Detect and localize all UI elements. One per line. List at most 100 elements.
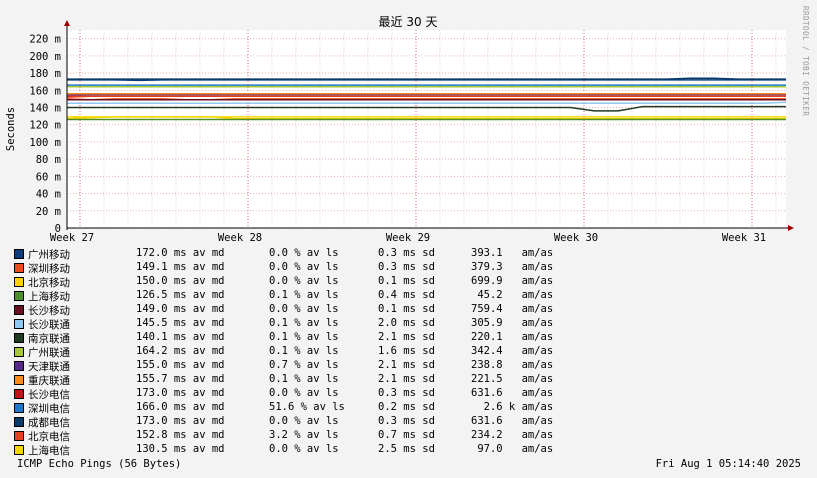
legend-sd: 2.5 ms sd (378, 443, 435, 455)
legend-series-name: 广州联通 (28, 347, 70, 359)
legend-loss: 0.1 % av ls (269, 331, 339, 343)
y-tick-label: 40 m (36, 189, 61, 201)
legend-swatch (14, 249, 24, 259)
legend-series-name: 重庆联通 (28, 375, 70, 387)
legend-sd: 0.1 ms sd (378, 303, 435, 315)
legend-avg: 173.0 ms av md (136, 415, 225, 427)
legend-series-name: 长沙电信 (28, 389, 70, 401)
legend-avg: 140.1 ms av md (136, 331, 225, 343)
legend-avg: 145.5 ms av md (136, 317, 225, 329)
smokeping-graph: 0 20 m 40 m 60 m 80 m 100 m 120 m 140 m 160 m 180… (0, 0, 817, 478)
legend-loss: 0.7 % av ls (269, 359, 339, 371)
legend-avg: 130.5 ms av md (136, 443, 225, 455)
legend-amas: 45.2 am/as (471, 289, 554, 301)
legend-sd: 0.7 ms sd (378, 429, 435, 441)
legend-series-name: 南京联通 (28, 333, 70, 345)
y-tick-label: 100 m (29, 137, 61, 149)
legend-series-name: 长沙移动 (28, 305, 70, 317)
series-line (66, 95, 786, 98)
legend-loss: 0.1 % av ls (269, 317, 339, 329)
legend-amas: 221.5 am/as (471, 373, 554, 385)
legend-swatch (14, 319, 24, 329)
legend-amas: 305.9 am/as (471, 317, 554, 329)
legend-swatch (14, 389, 24, 399)
legend-swatch (14, 305, 24, 315)
y-tick-label: 180 m (29, 68, 61, 80)
legend-swatch (14, 403, 24, 413)
legend-amas: 97.0 am/as (471, 443, 554, 455)
legend-swatch (14, 277, 24, 287)
x-axis-arrow (788, 225, 794, 231)
legend-amas: 759.4 am/as (471, 303, 554, 315)
legend-avg: 164.2 ms av md (136, 345, 225, 357)
y-axis-label: Seconds (5, 107, 17, 151)
y-tick-label: 60 m (36, 171, 61, 183)
legend-series-name: 深圳电信 (28, 403, 70, 415)
legend-avg: 150.0 ms av md (136, 275, 225, 287)
x-tick-label: Week 28 (218, 232, 262, 244)
legend-avg: 149.0 ms av md (136, 303, 225, 315)
legend-sd: 1.6 ms sd (378, 345, 435, 357)
legend-avg: 155.7 ms av md (136, 373, 225, 385)
footer-probe-label: ICMP Echo Pings (56 Bytes) (17, 458, 182, 470)
legend-loss: 0.0 % av ls (269, 275, 339, 287)
legend-amas: 238.8 am/as (471, 359, 554, 371)
legend-sd: 2.0 ms sd (378, 317, 435, 329)
legend-amas: 393.1 am/as (471, 247, 554, 259)
legend-swatch (14, 445, 24, 455)
legend-avg: 149.1 ms av md (136, 261, 225, 273)
legend-loss: 0.0 % av ls (269, 247, 339, 259)
legend-avg: 155.0 ms av md (136, 359, 225, 371)
legend-series-name: 北京电信 (28, 431, 70, 443)
legend-amas: 631.6 am/as (471, 387, 554, 399)
y-tick-label: 20 m (36, 206, 61, 218)
legend-avg: 166.0 ms av md (136, 401, 225, 413)
legend-amas: 631.6 am/as (471, 415, 554, 427)
legend-sd: 0.4 ms sd (378, 289, 435, 301)
y-tick-label: 120 m (29, 120, 61, 132)
legend-loss: 0.1 % av ls (269, 289, 339, 301)
legend-loss: 51.6 % av ls (269, 401, 345, 413)
legend-loss: 0.0 % av ls (269, 443, 339, 455)
legend-series-name: 成都电信 (28, 417, 70, 429)
legend-amas: 379.3 am/as (471, 261, 554, 273)
legend-swatch (14, 375, 24, 385)
legend-sd: 0.3 ms sd (378, 261, 435, 273)
series-line (67, 79, 786, 82)
legend-sd: 2.1 ms sd (378, 331, 435, 343)
y-tick-label: 140 m (29, 102, 61, 114)
x-tick-label: Week 29 (386, 232, 430, 244)
legend-loss: 0.0 % av ls (269, 303, 339, 315)
legend-loss: 0.1 % av ls (269, 345, 339, 357)
legend-loss: 3.2 % av ls (269, 429, 339, 441)
x-tick-label: Week 31 (722, 232, 766, 244)
x-tick-label: Week 27 (50, 232, 94, 244)
rrdtool-credit: RRDTOOL / TOBI OETIKER (801, 6, 810, 117)
legend-avg: 126.5 ms av md (136, 289, 225, 301)
legend-sd: 0.3 ms sd (378, 387, 435, 399)
y-tick-label: 160 m (29, 85, 61, 97)
legend-sd: 2.1 ms sd (378, 373, 435, 385)
legend-amas: 220.1 am/as (471, 331, 554, 343)
legend-swatch (14, 263, 24, 273)
legend-amas: 234.2 am/as (471, 429, 554, 441)
y-tick-label: 80 m (36, 154, 61, 166)
legend-series-name: 天津联通 (28, 361, 70, 373)
legend-swatch (14, 417, 24, 427)
legend-loss: 0.0 % av ls (269, 261, 339, 273)
legend-avg: 172.0 ms av md (136, 247, 225, 259)
legend-swatch (14, 291, 24, 301)
legend-sd: 2.1 ms sd (378, 359, 435, 371)
legend-sd: 0.1 ms sd (378, 275, 435, 287)
legend-sd: 0.3 ms sd (378, 247, 435, 259)
legend-swatch (14, 347, 24, 357)
legend-series-name: 北京移动 (28, 277, 70, 289)
legend-series-name: 广州移动 (28, 249, 70, 261)
legend-sd: 0.2 ms sd (378, 401, 435, 413)
legend-amas: 699.9 am/as (471, 275, 554, 287)
y-axis-arrow (64, 20, 70, 26)
legend-amas: 342.4 am/as (471, 345, 554, 357)
legend-series-name: 长沙联通 (28, 319, 70, 331)
y-tick-label: 200 m (29, 51, 61, 63)
legend-avg: 152.8 ms av md (136, 429, 225, 441)
